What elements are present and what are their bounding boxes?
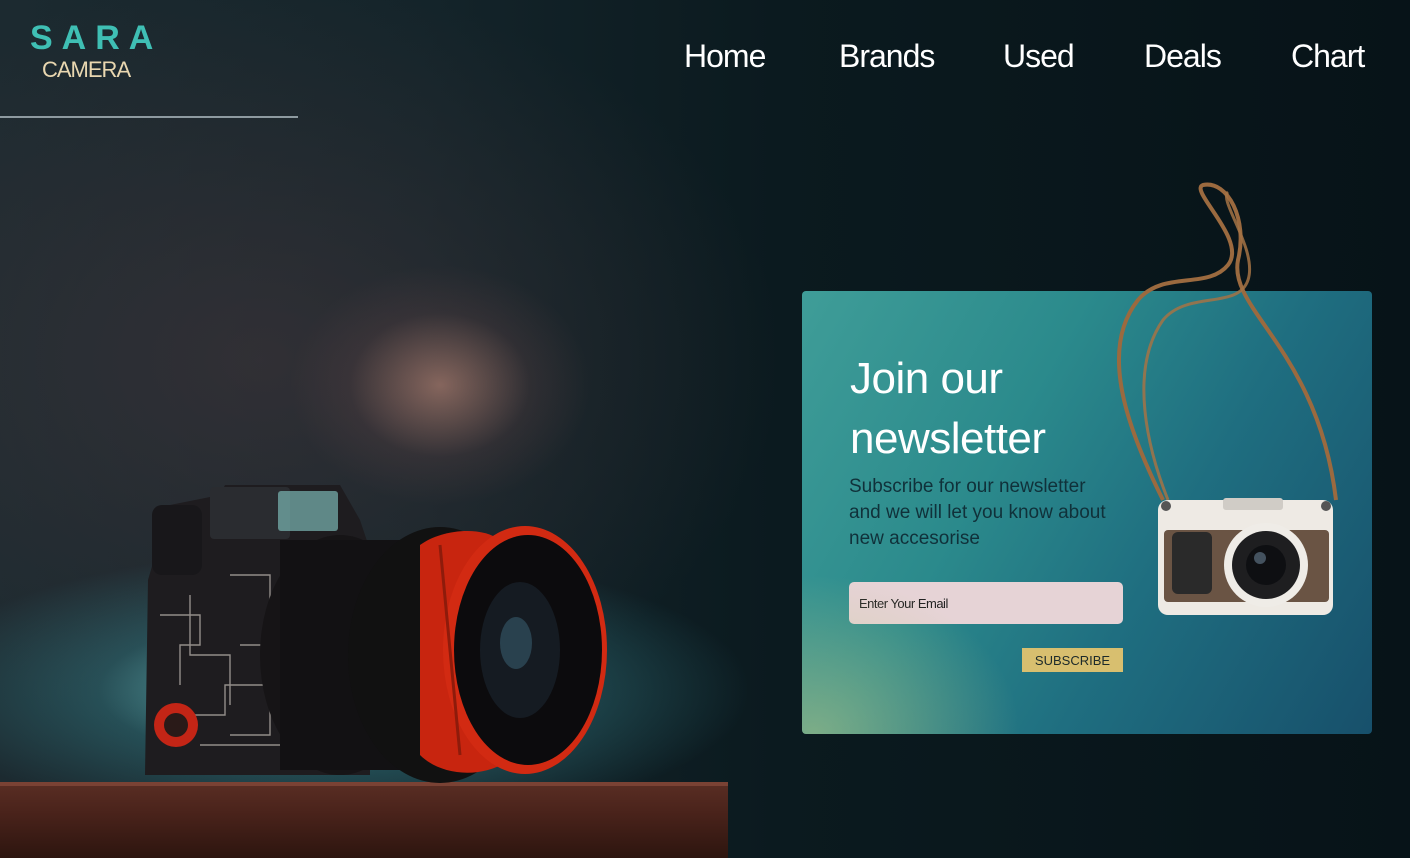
nav-home[interactable]: Home bbox=[684, 38, 766, 75]
email-input[interactable] bbox=[849, 582, 1123, 624]
nav-deals[interactable]: Deals bbox=[1144, 38, 1222, 75]
nav-used[interactable]: Used bbox=[1003, 38, 1075, 75]
logo-text-primary: SARA bbox=[30, 19, 163, 57]
nav-chart[interactable]: Chart bbox=[1291, 38, 1365, 75]
nav-brands[interactable]: Brands bbox=[839, 38, 935, 75]
wooden-table bbox=[0, 782, 728, 858]
logo-text-secondary: CAMERA bbox=[42, 57, 131, 82]
newsletter-title: Join our newsletter bbox=[850, 354, 1046, 463]
logo[interactable]: SARA CAMERA bbox=[30, 19, 163, 82]
newsletter-subtitle: Subscribe for our newsletter and we will… bbox=[849, 476, 1106, 549]
olympus-camera-image bbox=[1117, 182, 1338, 615]
camera-icon bbox=[145, 485, 607, 783]
subscribe-button[interactable]: SUBSCRIBE bbox=[1022, 648, 1123, 672]
logo-divider bbox=[0, 116, 298, 118]
